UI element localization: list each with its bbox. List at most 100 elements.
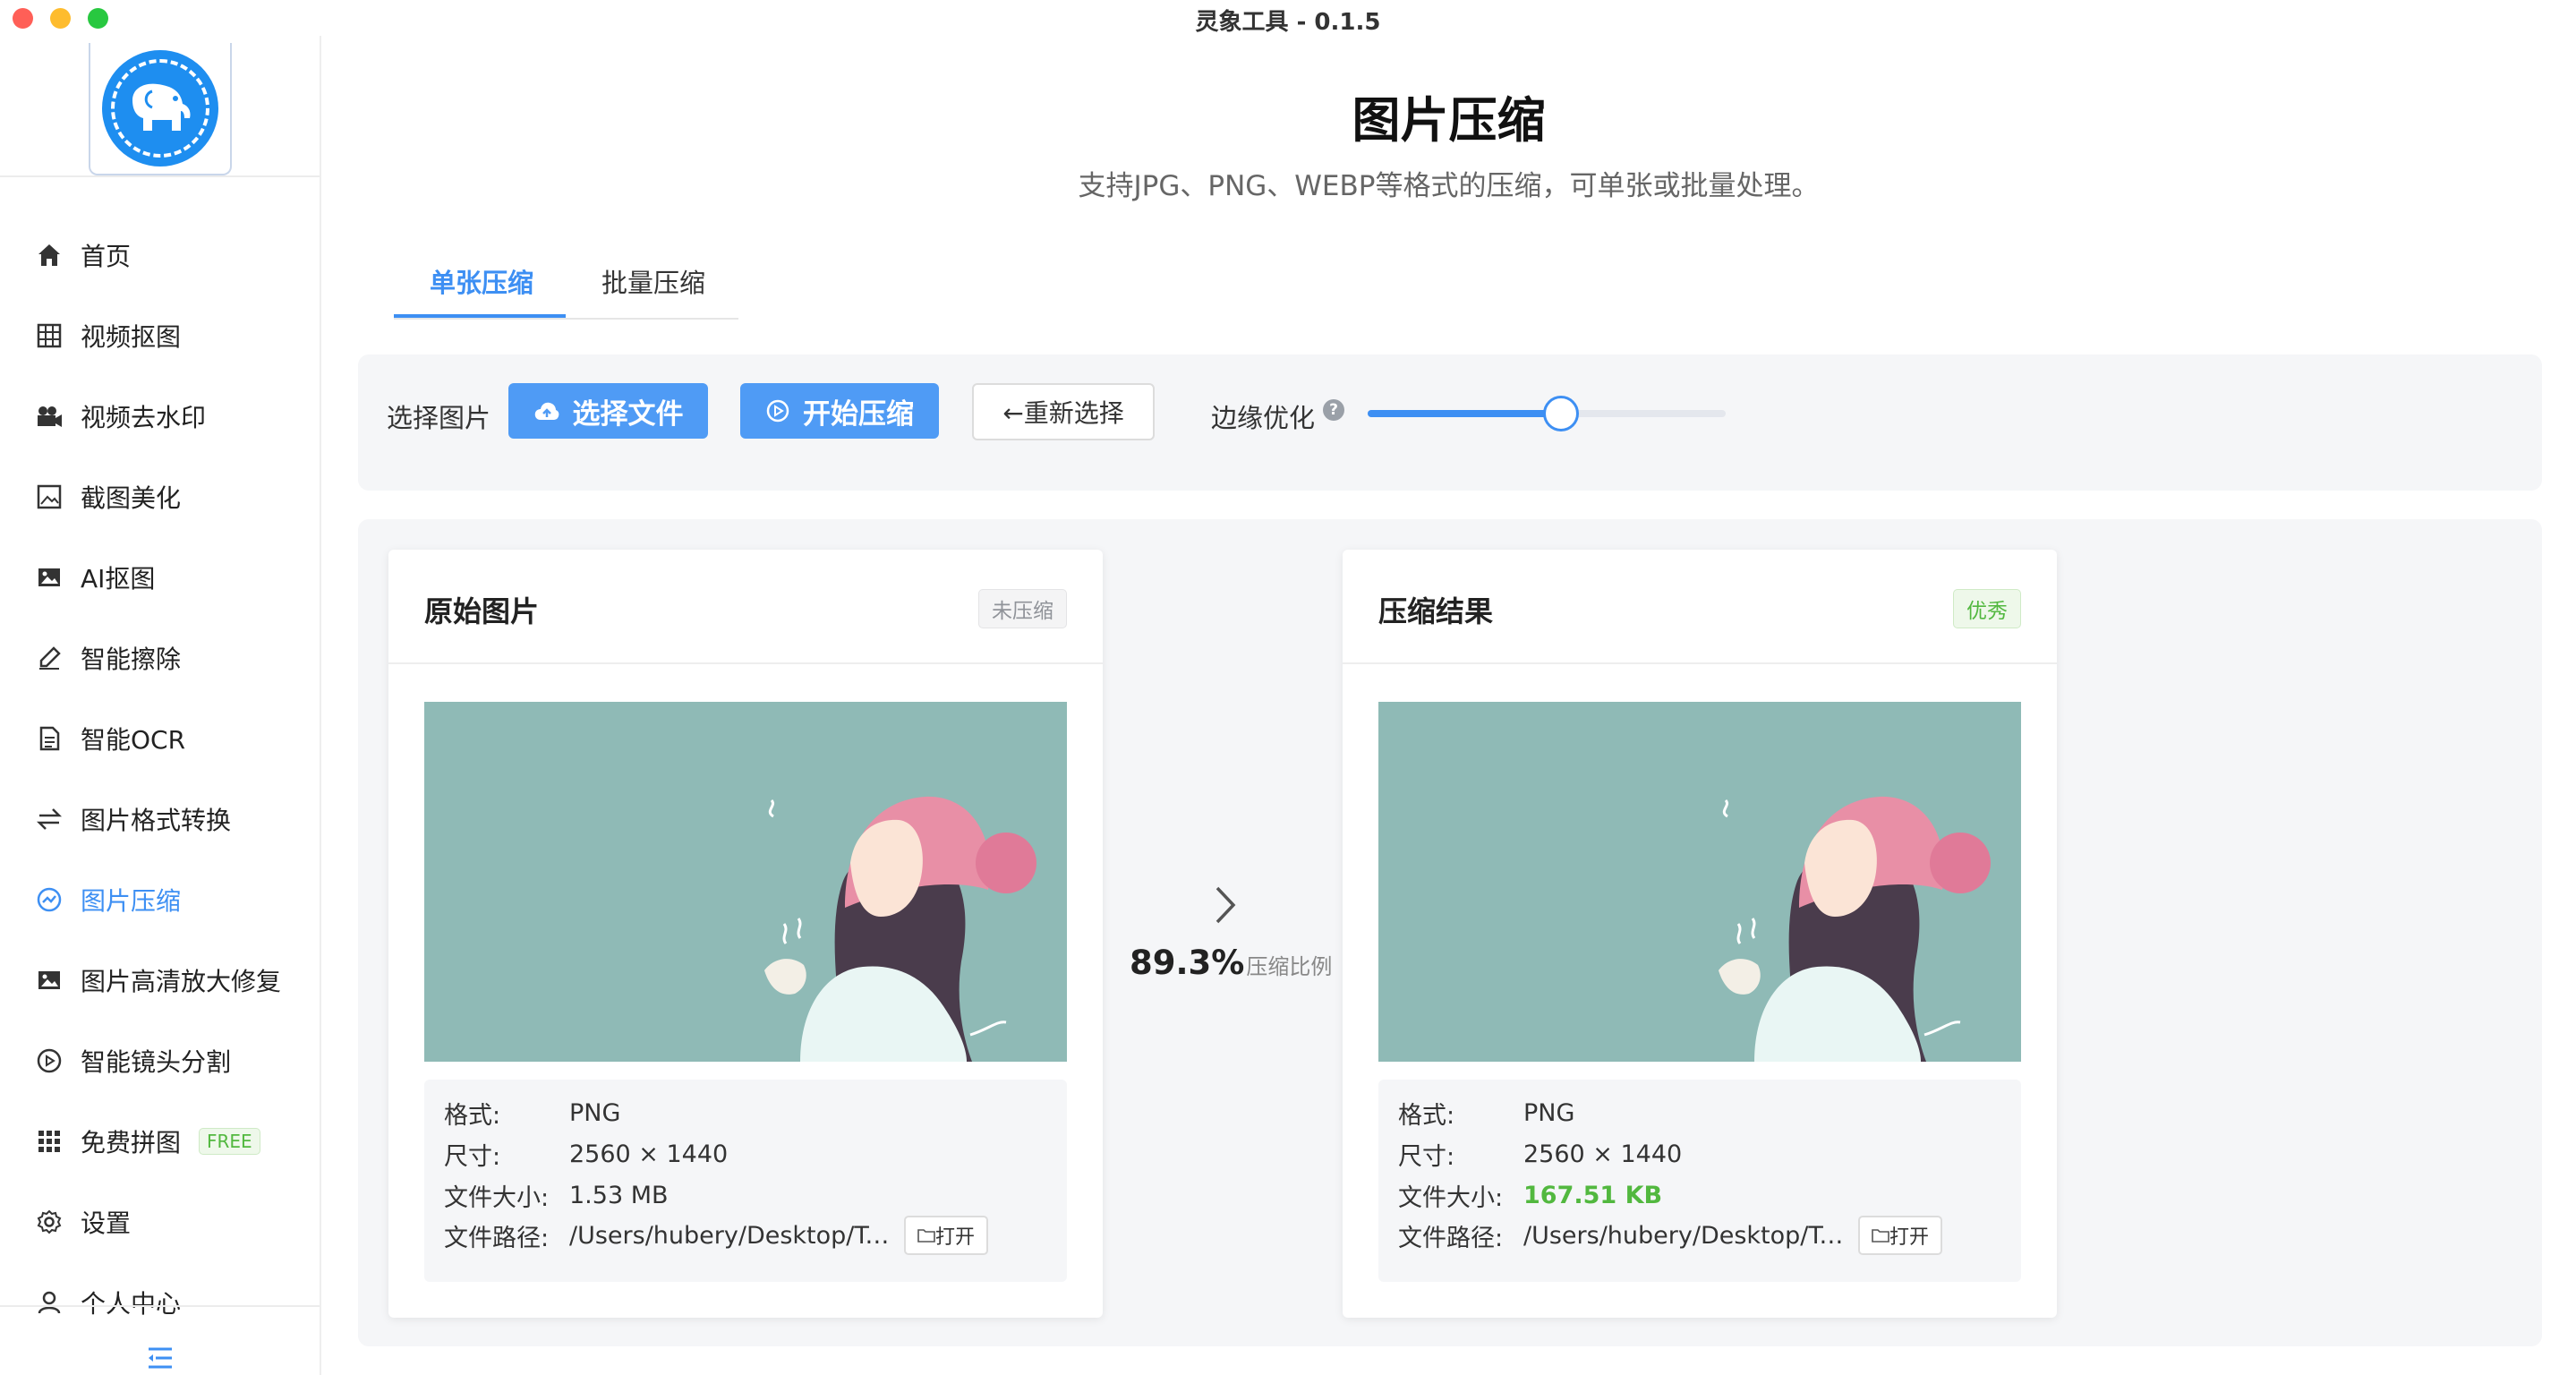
grid-icon (34, 320, 64, 351)
info-row-filesize: 文件大小: 167.51 KB (1398, 1178, 1662, 1213)
info-value: 1.53 MB (569, 1182, 669, 1209)
chevron-right-icon (1215, 886, 1236, 924)
sidebar-nav: 首页 视频抠图 视频去水印 截图美化 AI抠图 智能擦除 智能OCR 图片格式转… (0, 215, 320, 1343)
apps-grid-icon (34, 1126, 64, 1157)
card-title: 原始图片 (424, 594, 540, 628)
sidebar-item-label: 智能OCR (81, 725, 186, 755)
status-badge: 优秀 (1953, 589, 2021, 628)
compressed-image-info: 格式: PNG 尺寸: 2560 × 1440 文件大小: 167.51 KB … (1378, 1080, 2021, 1282)
sidebar-item-video-cutout[interactable]: 视频抠图 (0, 295, 320, 376)
ratio-value: 89.3% (1130, 944, 1245, 982)
sidebar-item-image-compress[interactable]: 图片压缩 (0, 859, 320, 940)
sidebar-item-upscale[interactable]: 图片高清放大修复 (0, 940, 320, 1021)
help-icon[interactable]: ? (1323, 399, 1344, 421)
select-file-button[interactable]: 选择文件 (508, 383, 708, 439)
info-row-size: 尺寸: 2560 × 1440 (1398, 1137, 1682, 1172)
title-bar: 灵象工具 - 0.1.5 (0, 0, 2576, 36)
sidebar-item-scene-split[interactable]: 智能镜头分割 (0, 1021, 320, 1101)
edge-optimize-label: 边缘优化 (1211, 403, 1316, 433)
sidebar-item-screenshot-beautify[interactable]: 截图美化 (0, 457, 320, 537)
sidebar-item-home[interactable]: 首页 (0, 215, 320, 295)
compression-ratio: 89.3% 压缩比例 (1130, 944, 1332, 982)
menu-fold-icon (149, 1347, 172, 1369)
tab-single-compress[interactable]: 单张压缩 (430, 262, 533, 312)
document-icon (34, 723, 64, 754)
active-tab-indicator (394, 314, 566, 318)
info-row-format: 格式: PNG (444, 1096, 620, 1131)
sidebar-item-label: 智能擦除 (81, 645, 182, 674)
sidebar-item-video-watermark[interactable]: 视频去水印 (0, 376, 320, 457)
compressed-image-card: 压缩结果 优秀 格式: PNG 尺寸: 2560 × 1440 文件大小: 16… (1343, 550, 2057, 1318)
compare-panel: 原始图片 未压缩 格式: PNG 尺寸: 2560 × 1440 文件大小: 1… (358, 519, 2542, 1346)
image-icon (34, 965, 64, 995)
open-file-button[interactable]: 打开 (904, 1216, 988, 1255)
card-title: 压缩结果 (1378, 594, 1494, 628)
sidebar-item-format-convert[interactable]: 图片格式转换 (0, 779, 320, 859)
compressed-image-preview (1378, 702, 2021, 1062)
sidebar-item-label: 首页 (81, 242, 132, 271)
sidebar-item-label: 免费拼图 (81, 1128, 182, 1157)
sidebar-item-label: 图片压缩 (81, 886, 182, 916)
camera-icon (34, 401, 64, 431)
start-compress-button[interactable]: 开始压缩 (740, 383, 939, 439)
sidebar-item-collage[interactable]: 免费拼图 FREE (0, 1101, 320, 1182)
status-badge: 未压缩 (978, 589, 1067, 628)
card-header: 原始图片 未压缩 (388, 550, 1103, 664)
home-icon (34, 240, 64, 270)
slider-thumb[interactable] (1543, 396, 1579, 431)
page-subtitle: 支持JPG、PNG、WEBP等格式的压缩，可单张或批量处理。 (1078, 170, 1820, 202)
info-key: 文件路径: (444, 1224, 550, 1252)
compress-toolbar: 选择图片 选择文件 开始压缩 ←重新选择 边缘优化 ? (358, 354, 2542, 491)
folder-icon (1872, 1229, 1889, 1243)
app-logo (89, 43, 232, 175)
sidebar-item-ocr[interactable]: 智能OCR (0, 698, 320, 779)
page-title: 图片压缩 (1352, 92, 1546, 149)
compress-icon (34, 884, 64, 915)
slider-fill (1368, 410, 1561, 417)
window-title: 灵象工具 - 0.1.5 (1195, 9, 1381, 36)
tab-batch-compress[interactable]: 批量压缩 (601, 262, 705, 312)
sidebar-item-label: 视频抠图 (81, 322, 182, 352)
info-row-path: 文件路径: /Users/hubery/Desktop/TestI... 打开 (444, 1216, 988, 1255)
original-image-info: 格式: PNG 尺寸: 2560 × 1440 文件大小: 1.53 MB 文件… (424, 1080, 1067, 1282)
info-value: 2560 × 1440 (1523, 1140, 1683, 1168)
sidebar-item-label: 个人中心 (81, 1289, 182, 1319)
info-key: 格式: (1398, 1102, 1455, 1130)
reselect-button[interactable]: ←重新选择 (972, 383, 1155, 440)
sidebar-divider (0, 175, 320, 177)
sidebar-item-settings[interactable]: 设置 (0, 1182, 320, 1262)
image-icon (34, 562, 64, 593)
cloud-upload-icon (533, 400, 560, 422)
sidebar-item-label: 图片格式转换 (81, 806, 232, 835)
swap-icon (34, 804, 64, 834)
ratio-label: 压缩比例 (1246, 954, 1333, 979)
file-path: /Users/hubery/Desktop/TestI... (1523, 1221, 1846, 1250)
info-key: 文件大小: (444, 1184, 550, 1212)
sidebar-item-label: AI抠图 (81, 564, 156, 594)
play-circle-icon (34, 1046, 64, 1076)
info-row-size: 尺寸: 2560 × 1440 (444, 1137, 728, 1172)
original-image-card: 原始图片 未压缩 格式: PNG 尺寸: 2560 × 1440 文件大小: 1… (388, 550, 1103, 1318)
open-file-button[interactable]: 打开 (1858, 1216, 1942, 1255)
sidebar-item-ai-cutout[interactable]: AI抠图 (0, 537, 320, 618)
app-window: 灵象工具 - 0.1.5 首页 视频抠图 视频去水印 截图美化 AI抠图 智能擦… (0, 0, 2576, 1375)
info-key: 格式: (444, 1102, 501, 1130)
file-path: /Users/hubery/Desktop/TestI... (569, 1221, 891, 1250)
open-file-button-label: 打开 (934, 1226, 975, 1249)
info-key: 尺寸: (1398, 1143, 1455, 1171)
start-compress-button-label: 开始压缩 (803, 397, 914, 431)
info-row-path: 文件路径: /Users/hubery/Desktop/TestI... 打开 (1398, 1216, 1942, 1255)
sidebar: 首页 视频抠图 视频去水印 截图美化 AI抠图 智能擦除 智能OCR 图片格式转… (0, 36, 321, 1375)
edge-optimize-slider[interactable] (1368, 396, 1726, 431)
picture-frame-icon (34, 482, 64, 512)
play-circle-icon (765, 398, 790, 423)
sidebar-item-smart-erase[interactable]: 智能擦除 (0, 618, 320, 698)
info-value: PNG (569, 1099, 621, 1127)
info-key: 尺寸: (444, 1143, 501, 1171)
sidebar-item-label: 图片高清放大修复 (81, 967, 282, 996)
gear-icon (34, 1207, 64, 1237)
sidebar-item-label: 截图美化 (81, 483, 182, 513)
sidebar-item-profile[interactable]: 个人中心 (0, 1262, 320, 1343)
info-row-filesize: 文件大小: 1.53 MB (444, 1178, 669, 1213)
collapse-sidebar-button[interactable] (145, 1345, 175, 1371)
